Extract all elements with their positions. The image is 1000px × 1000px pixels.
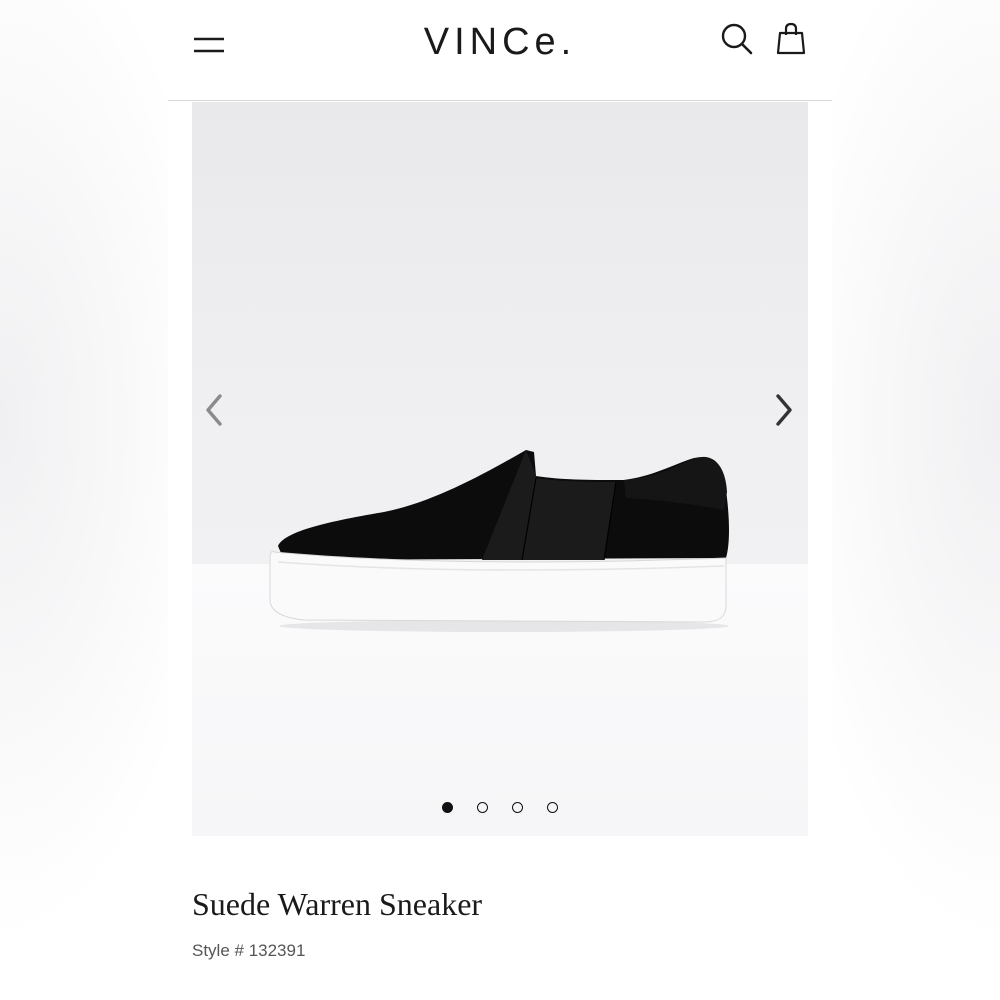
pagination-dot-4[interactable] bbox=[547, 802, 558, 813]
brand-logo[interactable]: VINCe. bbox=[398, 20, 602, 64]
product-title: Suede Warren Sneaker bbox=[192, 886, 483, 922]
site-header: VINCe. bbox=[168, 0, 832, 101]
pagination-dot-1[interactable] bbox=[442, 802, 453, 813]
search-icon[interactable] bbox=[720, 22, 754, 56]
pagination-dot-2[interactable] bbox=[477, 802, 488, 813]
product-image-sneaker bbox=[269, 450, 729, 632]
product-image-gallery[interactable] bbox=[192, 102, 808, 836]
pagination-dot-3[interactable] bbox=[512, 802, 523, 813]
product-style-number: Style # 132391 bbox=[192, 941, 306, 960]
shopping-bag-icon[interactable] bbox=[776, 22, 806, 56]
mobile-screen: VINCe. Suede Warren Sneaker Style # 1323… bbox=[168, 0, 832, 1000]
chevron-right-icon[interactable] bbox=[768, 390, 798, 430]
chevron-left-icon[interactable] bbox=[200, 390, 230, 430]
gallery-pagination bbox=[192, 802, 808, 818]
hamburger-menu-icon[interactable] bbox=[192, 33, 226, 57]
